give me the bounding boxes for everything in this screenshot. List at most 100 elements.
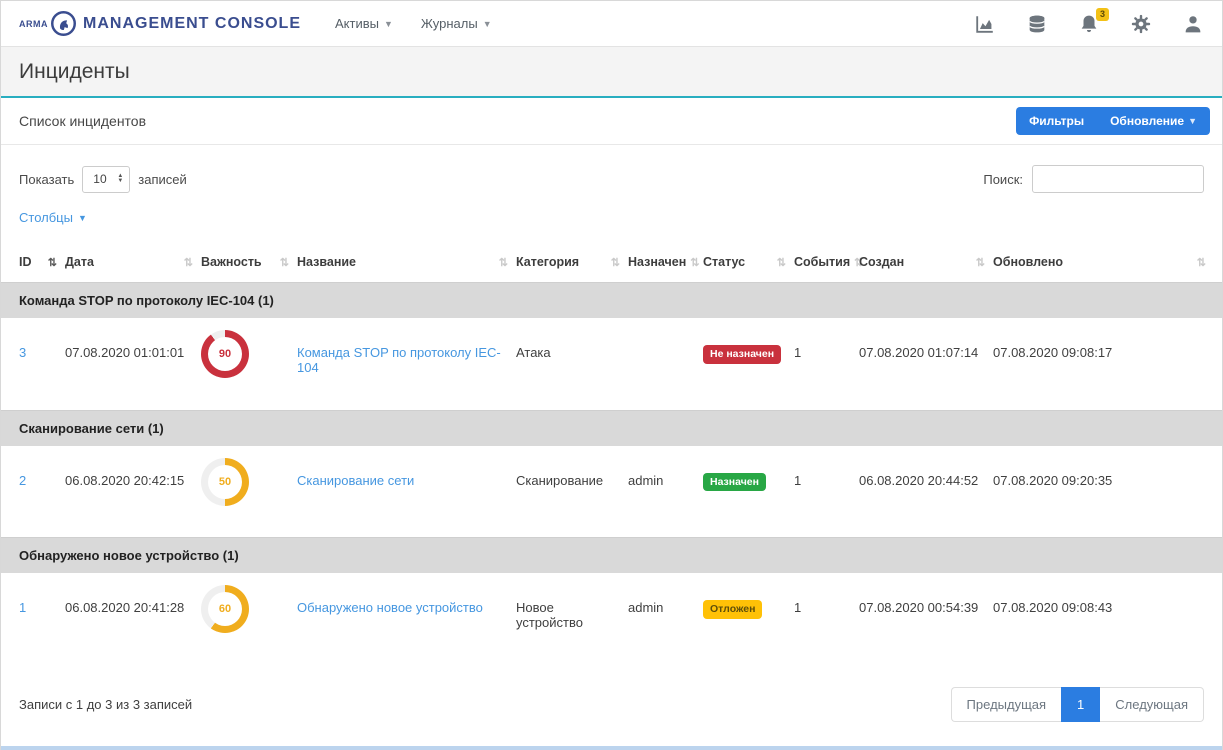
next-page-button[interactable]: Следующая: [1100, 687, 1204, 722]
group-header-label: Сканирование сети (1): [1, 410, 1222, 446]
incident-id-link[interactable]: 2: [19, 473, 26, 488]
incident-events-cell: 1: [794, 318, 859, 410]
notifications-bell-icon[interactable]: 3: [1078, 13, 1100, 35]
chevron-down-icon: ▼: [78, 213, 87, 223]
donut-value: 90: [219, 348, 231, 360]
incident-status-cell: Назначен: [703, 446, 794, 538]
incident-updated-cell: 07.08.2020 09:20:35: [993, 446, 1222, 538]
incident-name-link[interactable]: Команда STOP по протоколу IEC-104: [297, 345, 501, 375]
incident-created-cell: 07.08.2020 00:54:39: [859, 573, 993, 665]
column-header-importance[interactable]: Важность⇅: [201, 245, 297, 283]
incident-id-cell: 2: [1, 446, 65, 538]
column-header-name[interactable]: Название ⇅: [297, 245, 516, 283]
incident-category-cell: Сканирование: [516, 446, 628, 538]
column-header-events[interactable]: События⇅: [794, 245, 859, 283]
refresh-button-label: Обновление: [1110, 114, 1184, 128]
sort-icon: ⇅: [184, 256, 193, 269]
brand-logo[interactable]: ARMA MANAGEMENT CONSOLE: [19, 10, 301, 37]
previous-page-button[interactable]: Предыдущая: [951, 687, 1062, 722]
incident-status-cell: Не назначен: [703, 318, 794, 410]
records-summary: Записи с 1 до 3 из 3 записей: [19, 697, 192, 712]
group-header-row: Команда STOP по протоколу IEC-104 (1): [1, 283, 1222, 319]
page-size-value: 10: [93, 172, 106, 186]
show-label: Показать: [19, 172, 74, 187]
page-title: Инциденты: [19, 60, 1204, 84]
menu-journals[interactable]: Журналы ▼: [421, 16, 492, 31]
header-label: Категория: [516, 255, 579, 269]
incident-date-cell: 07.08.2020 01:01:01: [65, 318, 201, 410]
incident-date-cell: 06.08.2020 20:42:15: [65, 446, 201, 538]
header-label: Дата: [65, 255, 94, 269]
menu-journals-label: Журналы: [421, 16, 478, 31]
donut-value: 60: [219, 603, 231, 615]
header-label: Название: [297, 255, 356, 269]
window-bottom-edge: [1, 746, 1222, 750]
columns-dropdown-link[interactable]: Столбцы ▼: [19, 210, 87, 225]
chevron-down-icon: ▼: [1188, 116, 1197, 126]
current-page-button[interactable]: 1: [1061, 687, 1100, 722]
incident-id-link[interactable]: 3: [19, 345, 26, 360]
filters-button[interactable]: Фильтры: [1016, 107, 1097, 135]
panel-actions: Фильтры Обновление ▼: [1016, 107, 1210, 135]
columns-link-label: Столбцы: [19, 210, 73, 225]
header-label: Обновлено: [993, 255, 1063, 269]
column-header-status[interactable]: Статус ⇅: [703, 245, 794, 283]
incident-row[interactable]: 1 06.08.2020 20:41:28 60 Обнаружено ново…: [1, 573, 1222, 665]
page-header: Инциденты: [1, 47, 1222, 98]
database-icon[interactable]: [1026, 13, 1048, 35]
column-header-assignee[interactable]: Назначен⇅: [628, 245, 703, 283]
spinner-arrows-icon: ▲▼: [117, 174, 123, 184]
header-label: Назначен: [628, 255, 686, 269]
chevron-down-icon: ▼: [483, 19, 492, 29]
incident-name-link[interactable]: Обнаружено новое устройство: [297, 600, 483, 615]
sort-icon: ⇅: [499, 256, 508, 269]
reports-chart-icon[interactable]: [974, 13, 996, 35]
sort-icon: ⇅: [777, 256, 786, 269]
incident-row[interactable]: 3 07.08.2020 01:01:01 90 Команда STOP по…: [1, 318, 1222, 410]
sort-icon: ⇅: [1197, 256, 1206, 269]
column-header-date[interactable]: Дата ⇅: [65, 245, 201, 283]
incident-category-cell: Новое устройство: [516, 573, 628, 665]
incident-name-cell: Сканирование сети: [297, 446, 516, 538]
column-header-created[interactable]: Создан⇅: [859, 245, 993, 283]
incident-created-cell: 07.08.2020 01:07:14: [859, 318, 993, 410]
incident-name-link[interactable]: Сканирование сети: [297, 473, 414, 488]
user-profile-icon[interactable]: [1182, 13, 1204, 35]
column-header-category[interactable]: Категория⇅: [516, 245, 628, 283]
settings-gear-icon[interactable]: [1130, 13, 1152, 35]
incident-created-cell: 06.08.2020 20:44:52: [859, 446, 993, 538]
menu-assets-label: Активы: [335, 16, 379, 31]
importance-donut-chart: 90: [201, 330, 249, 378]
incident-importance-cell: 50: [201, 446, 297, 538]
menu-assets[interactable]: Активы ▼: [335, 16, 393, 31]
importance-donut-chart: 60: [201, 585, 249, 633]
search-input[interactable]: [1032, 165, 1204, 193]
incident-assignee-cell: admin: [628, 573, 703, 665]
incident-events-cell: 1: [794, 446, 859, 538]
brand-title: MANAGEMENT CONSOLE: [83, 15, 301, 33]
top-navbar: ARMA MANAGEMENT CONSOLE Активы ▼ Журналы…: [1, 1, 1222, 47]
filters-button-label: Фильтры: [1029, 114, 1084, 128]
incident-id-link[interactable]: 1: [19, 600, 26, 615]
header-label: События: [794, 255, 850, 269]
incident-name-cell: Команда STOP по протоколу IEC-104: [297, 318, 516, 410]
page-size-control: Показать 10 ▲▼ записей: [19, 166, 187, 193]
header-label: ID: [19, 255, 32, 269]
column-header-updated[interactable]: Обновлено ⇅: [993, 245, 1222, 283]
incidents-table: ID⇅ Дата⇅ Важность⇅ Название⇅ Категория⇅…: [1, 245, 1222, 665]
main-menu: Активы ▼ Журналы ▼: [335, 16, 492, 31]
incident-row[interactable]: 2 06.08.2020 20:42:15 50 Сканирование се…: [1, 446, 1222, 538]
incident-events-cell: 1: [794, 573, 859, 665]
incident-category-cell: Атака: [516, 318, 628, 410]
search-label: Поиск:: [983, 172, 1023, 187]
status-badge: Отложен: [703, 600, 762, 619]
column-header-id[interactable]: ID⇅: [1, 245, 65, 283]
incident-importance-cell: 60: [201, 573, 297, 665]
header-label: Статус: [703, 255, 745, 269]
page-size-select[interactable]: 10 ▲▼: [82, 166, 130, 193]
incident-assignee-cell: admin: [628, 446, 703, 538]
refresh-dropdown-button[interactable]: Обновление ▼: [1097, 107, 1210, 135]
records-label: записей: [138, 172, 186, 187]
incident-importance-cell: 90: [201, 318, 297, 410]
header-label: Создан: [859, 255, 904, 269]
